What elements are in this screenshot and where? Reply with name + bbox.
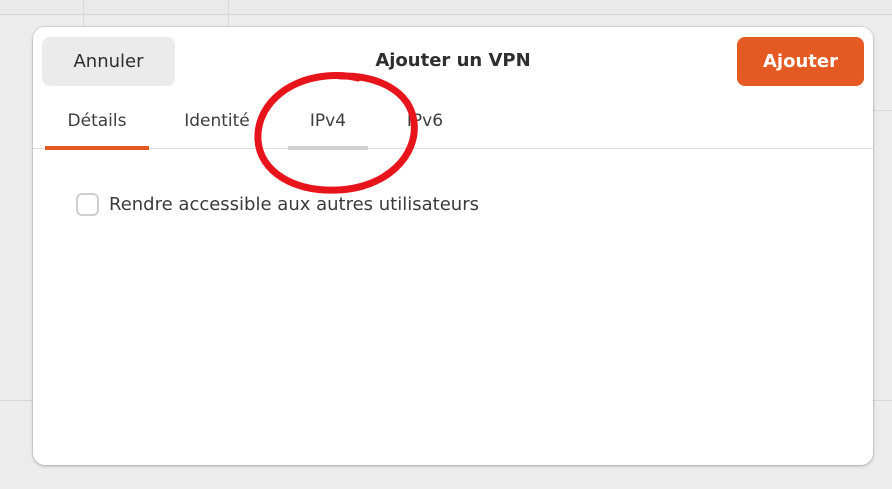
tab-identity[interactable]: Identité <box>165 93 269 149</box>
dialog-header: Ajouter un VPN Annuler Ajouter <box>33 27 873 93</box>
background-top-strip <box>0 0 892 15</box>
tab-ipv4-label: IPv4 <box>309 111 347 131</box>
tab-ipv6[interactable]: IPv6 <box>385 93 465 149</box>
background-divider <box>83 0 84 27</box>
cancel-button[interactable]: Annuler <box>42 37 175 86</box>
background-divider <box>228 0 229 27</box>
details-content: Rendre accessible aux autres utilisateur… <box>33 149 873 465</box>
tab-ipv4[interactable]: IPv4 <box>288 93 368 150</box>
tab-details-label: Détails <box>67 111 127 131</box>
tab-identity-label: Identité <box>184 111 250 131</box>
tab-bar: Détails Identité IPv4 IPv6 <box>33 93 873 150</box>
background-divider <box>873 400 892 401</box>
tab-details[interactable]: Détails <box>45 93 149 150</box>
background-divider <box>873 110 892 111</box>
share-checkbox-row[interactable]: Rendre accessible aux autres utilisateur… <box>76 193 479 216</box>
tab-ipv6-label: IPv6 <box>406 111 444 131</box>
add-button[interactable]: Ajouter <box>737 37 864 86</box>
add-vpn-dialog: Ajouter un VPN Annuler Ajouter Détails I… <box>33 27 873 465</box>
share-checkbox-label: Rendre accessible aux autres utilisateur… <box>109 194 479 215</box>
background-divider <box>0 400 33 401</box>
share-checkbox[interactable] <box>76 193 99 216</box>
